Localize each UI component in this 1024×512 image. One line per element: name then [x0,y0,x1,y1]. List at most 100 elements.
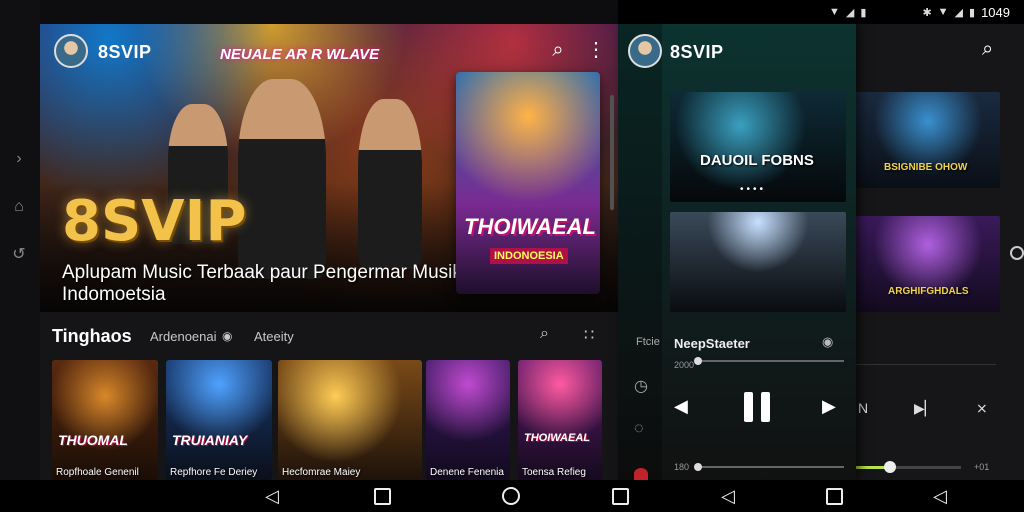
hero-banner[interactable]: NEUALE AR R WLAVE 8SVIP Aplupam Music Te… [40,24,618,312]
tile-label: Hecfomrae Maiey [282,467,361,478]
more-vert-icon[interactable]: ⋮ [584,38,608,62]
history-icon[interactable]: ◷ [634,376,648,396]
pin-icon: ◉ [222,329,233,343]
main-panel: NEUALE AR R WLAVE 8SVIP Aplupam Music Te… [40,24,618,480]
now-playing-title: NeepStaeter [674,336,750,351]
carousel-dots: •••• [740,184,767,195]
featured-poster[interactable]: THOIWAEAL INDONOESIA [456,72,600,294]
album-art [426,360,510,480]
pause-button[interactable] [744,392,770,422]
card-title: ARGHIFGHDALS [888,286,969,297]
hero-logo: 8SVIP [62,189,247,254]
poster-subtitle: INDONOESIA [490,248,568,264]
album-art [166,360,272,480]
grid-icon[interactable]: ∷ [584,325,594,345]
time-elapsed: 2000 [674,360,695,370]
tile-label: Repfhore Fe Deriey [170,467,258,478]
signal-icon: ◢ [845,6,855,19]
progress-knob[interactable] [694,463,702,471]
right-letter: N [858,400,869,416]
right-panel: ⌕ BSIGNIBE OHOW ARGHIFGHDALS N ▶▏ ⨯ +01 … [618,24,1024,480]
avatar[interactable] [54,34,88,68]
performer-image [358,99,422,269]
album-art [278,360,422,480]
chevron-right-icon[interactable]: › [10,150,28,168]
progress-track[interactable] [696,466,844,468]
card-title: DAUOIL FOBNS [700,152,814,169]
recents-icon[interactable] [374,488,391,505]
recents-icon[interactable] [612,488,629,505]
skip-next-icon[interactable]: ▶▏ [914,400,936,417]
volume-knob[interactable] [884,461,896,473]
navigation-bar: ◁ ◁ ◁ [0,480,1024,512]
bluetooth-icon: ✱ [922,6,932,19]
search-icon[interactable]: ⌕ [982,38,993,61]
time-bottom: 180 [674,462,690,472]
tile-label: Denene Fenenia [430,467,504,478]
avatar[interactable] [628,34,662,68]
wifi-icon: ▼ [937,6,949,18]
pause-bar-right [761,392,770,422]
brand-name: 8SVIP [98,42,152,62]
recents-icon[interactable] [826,488,843,505]
album-tile[interactable]: THUOMAL Ropfhoale Genenil [52,360,158,480]
brand-name: 8SVIP [670,42,724,62]
seek-knob[interactable] [694,357,702,365]
status-icons-right: ✱ ▼ ◢ ▮ 1049 [922,5,1010,20]
shuffle-icon[interactable]: ⨯ [976,400,988,417]
card-title: BSIGNIBE OHOW [884,162,968,173]
album-tile[interactable]: TRUIANIAY Repfhore Fe Deriey [166,360,272,480]
album-art [518,360,602,480]
back-icon[interactable]: ◁ [930,486,950,506]
play-icon[interactable]: ▶ [822,396,836,417]
tile-label: Ropfhoale Genenil [56,467,139,478]
side-label: Ftcie [636,336,660,348]
tile-art-text: THUOMAL [58,432,128,448]
poster-title: THOIWAEAL [464,214,596,239]
tile-label: Toensa Refieg [522,467,586,478]
section-link-ateeity[interactable]: Ateeity [254,329,294,344]
drawer-rail [618,24,662,480]
edge-handle-icon[interactable] [1010,246,1024,260]
battery-icon: ▮ [860,6,867,19]
section-title: Tinghaos [52,326,132,346]
seek-track[interactable] [696,360,844,362]
chat-icon[interactable]: ◌ [634,420,644,438]
battery-icon: ▮ [969,6,976,19]
search-icon[interactable]: ⌕ [546,38,570,62]
player-drawer: 8SVIP DAUOIL FOBNS •••• Ftcie ◷ ◌ NeepSt… [618,24,856,480]
tile-row: THUOMAL Ropfhoale Genenil TRUIANIAY Repf… [52,360,612,480]
status-bar: ▼ ◢ ▮ ✱ ▼ ◢ ▮ 1049 [618,0,1024,24]
home-icon[interactable]: ⌂ [10,198,28,216]
back-icon[interactable]: ◁ [718,486,738,506]
performer-image [238,79,326,279]
section-header: Tinghaos Ardenoenai ◉ Ateeity ⌕ ∷ [40,320,618,354]
back-arrow-icon[interactable]: ↺ [10,246,28,264]
status-icons-left: ▼ ◢ ▮ [829,6,866,19]
divider [856,364,996,365]
clock: 1049 [981,4,1010,20]
search-icon[interactable]: ⌕ [540,325,549,343]
concert-card[interactable] [670,212,846,312]
album-tile[interactable]: Hecfomrae Maiey [278,360,422,480]
record-icon[interactable] [634,468,648,480]
wifi-icon: ▼ [829,6,840,18]
time-end: +01 [974,462,990,472]
signal-icon: ◢ [954,6,964,19]
previous-icon[interactable]: ◀ [674,396,688,417]
album-tile[interactable]: THOIWAEAL Toensa Refieg [518,360,602,480]
tile-art-text: THOIWAEAL [524,432,590,444]
pause-bar-left [744,392,753,422]
tile-art-text: TRUIANIAY [172,432,248,448]
back-icon[interactable]: ◁ [262,486,282,506]
album-art [52,360,158,480]
scrollbar[interactable] [610,95,614,210]
album-card[interactable]: BSIGNIBE OHOW [856,92,1000,188]
home-icon[interactable] [502,487,520,505]
album-card[interactable]: DAUOIL FOBNS •••• [670,92,846,202]
left-rail: › ⌂ ↺ [0,0,40,480]
section-link-ardenoenai[interactable]: Ardenoenai [150,329,217,344]
album-tile[interactable]: Denene Fenenia [426,360,510,480]
album-card[interactable]: ARGHIFGHDALS [856,216,1000,312]
eye-icon[interactable]: ◉ [822,334,833,350]
